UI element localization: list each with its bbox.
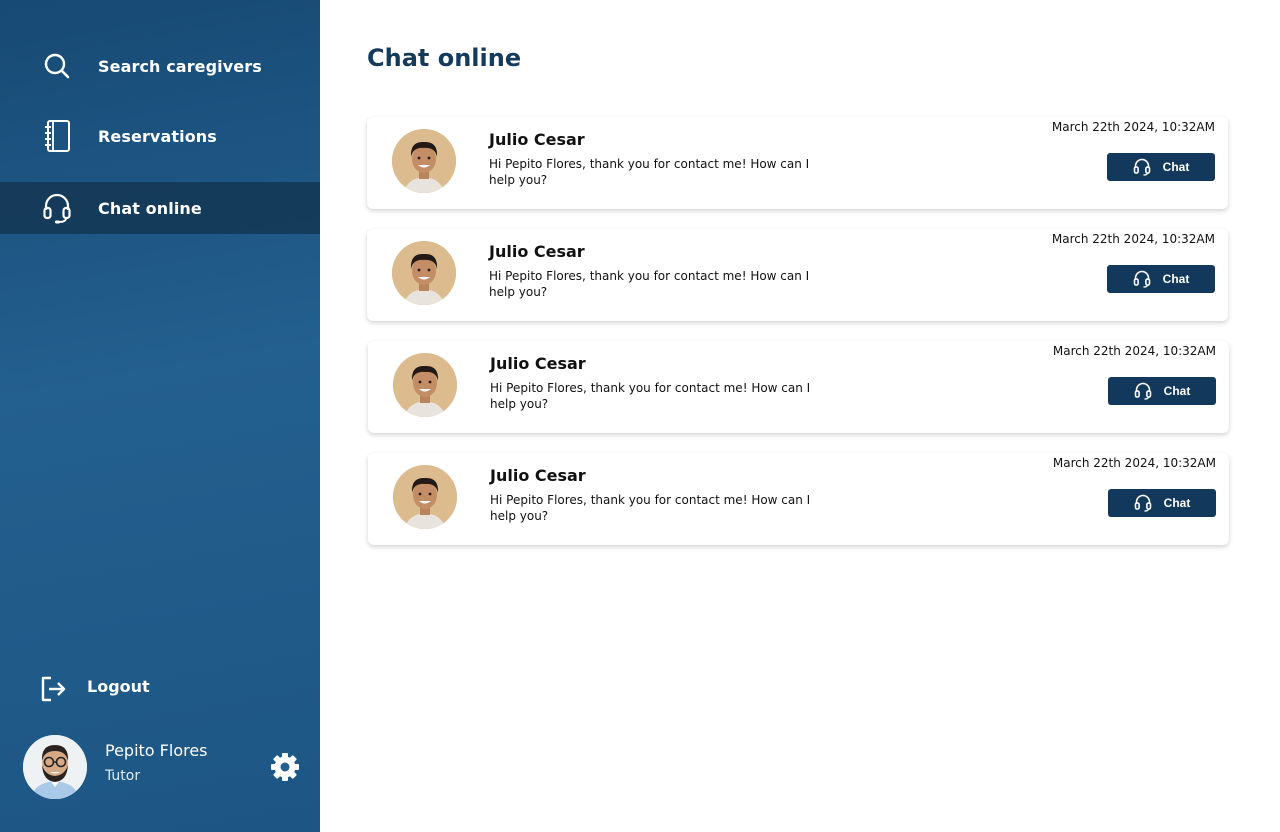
search-icon [42,50,72,82]
chat-card: Julio Cesar Hi Pepito Flores, thank you … [368,453,1229,545]
headset-icon [42,192,72,224]
chat-button[interactable]: Chat [1107,265,1215,293]
chat-button-label: Chat [1162,272,1190,286]
headset-icon [1134,382,1152,400]
timestamp: March 22th 2024, 10:32AM [1051,232,1215,246]
contact-name: Julio Cesar [489,242,585,261]
chat-button[interactable]: Chat [1108,489,1216,517]
contact-name: Julio Cesar [489,130,585,149]
contact-name: Julio Cesar [490,354,586,373]
user-profile: Pepito Flores Tutor [0,730,320,810]
chat-button[interactable]: Chat [1108,377,1216,405]
main-content: Chat online Julio Cesar Hi Pepito Flores… [320,0,1280,832]
message-preview: Hi Pepito Flores, thank you for contact … [490,381,811,411]
timestamp: March 22th 2024, 10:32AM [1051,120,1215,134]
sidebar-item-chat-online[interactable]: Chat online [0,182,320,234]
headset-icon [1133,270,1151,288]
logout-label: Logout [87,677,150,696]
message-preview: Hi Pepito Flores, thank you for contact … [489,269,810,299]
notebook-icon [42,120,72,152]
user-role: Tutor [105,768,141,784]
page-title: Chat online [367,44,522,72]
timestamp: March 22th 2024, 10:32AM [1052,344,1216,358]
message-preview: Hi Pepito Flores, thank you for contact … [489,157,810,187]
message-preview: Hi Pepito Flores, thank you for contact … [490,493,811,523]
avatar [393,353,457,417]
avatar [23,735,87,799]
user-name: Pepito Flores [105,741,208,760]
sidebar-item-label: Reservations [98,126,217,146]
sidebar-item-label: Chat online [98,198,202,218]
contact-name: Julio Cesar [490,466,586,485]
chat-button-label: Chat [1163,496,1191,510]
sidebar-item-reservations[interactable]: Reservations [0,110,320,162]
chat-button-label: Chat [1162,160,1190,174]
sidebar-item-search-caregivers[interactable]: Search caregivers [0,40,320,92]
sidebar: Search caregivers Reservations Chat onli… [0,0,320,832]
chat-button-label: Chat [1163,384,1191,398]
chat-card: Julio Cesar Hi Pepito Flores, thank you … [368,341,1229,433]
headset-icon [1133,158,1151,176]
chat-button[interactable]: Chat [1107,153,1215,181]
timestamp: March 22th 2024, 10:32AM [1052,456,1216,470]
chat-card: Julio Cesar Hi Pepito Flores, thank you … [367,229,1228,321]
logout-icon [40,675,68,703]
avatar [392,241,456,305]
headset-icon [1134,494,1152,512]
logout-button[interactable]: Logout [0,668,320,708]
avatar [392,129,456,193]
avatar [393,465,457,529]
chat-card: Julio Cesar Hi Pepito Flores, thank you … [367,117,1228,209]
sidebar-item-label: Search caregivers [98,56,262,76]
gear-icon[interactable] [268,750,302,784]
